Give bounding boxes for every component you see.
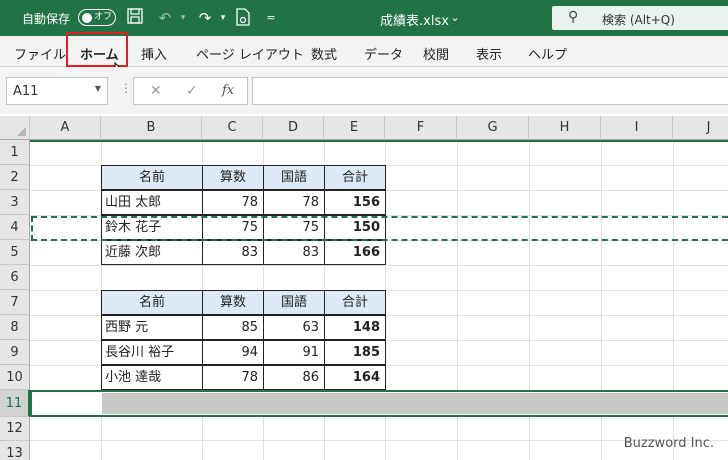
column-header-separator — [30, 140, 728, 142]
row-header[interactable]: 7 — [0, 290, 30, 315]
table-cell[interactable]: 長谷川 裕子 — [101, 340, 203, 365]
table-cell[interactable]: 166 — [324, 240, 386, 265]
table-cell[interactable]: 83 — [202, 240, 264, 265]
quick-print-icon[interactable] — [234, 8, 252, 28]
table1-header-math[interactable]: 算数 — [202, 165, 264, 190]
cancel-icon[interactable]: ✕ — [150, 83, 162, 99]
table-cell[interactable]: 83 — [263, 240, 325, 265]
table-cell[interactable]: 86 — [263, 365, 325, 390]
save-icon[interactable] — [126, 8, 144, 28]
row-header[interactable]: 10 — [0, 365, 30, 390]
table-cell[interactable]: 78 — [263, 190, 325, 215]
selected-row-11[interactable] — [30, 390, 728, 417]
autosave-state: オフ — [94, 12, 113, 22]
table2-header-name[interactable]: 名前 — [101, 290, 203, 315]
column-header[interactable]: F — [385, 116, 457, 140]
redo-dropdown-icon[interactable]: ▾ — [214, 8, 232, 28]
column-header[interactable]: I — [601, 116, 673, 140]
column-header[interactable]: B — [101, 116, 202, 140]
table2-header-japanese[interactable]: 国語 — [263, 290, 325, 315]
row-header[interactable]: 6 — [0, 265, 30, 290]
row-header[interactable]: 5 — [0, 240, 30, 265]
formula-buttons: ✕ ✓ fx — [133, 77, 248, 105]
table-cell[interactable]: 小池 達哉 — [101, 365, 203, 390]
tab-page-layout[interactable]: ページ レイアウト — [196, 44, 304, 63]
row-header[interactable]: 2 — [0, 165, 30, 190]
toggle-knob — [82, 12, 92, 23]
customize-toolbar-icon[interactable]: ≂ — [262, 8, 280, 28]
row-header[interactable]: 4 — [0, 215, 30, 240]
row-header-selected[interactable]: 11 — [0, 390, 30, 417]
title-bar: 自動保存 オフ ↶ ▾ ↷ ▾ ≂ 成績表.xlsx ⌄ ⚲ 検索 (Alt+Q… — [0, 0, 728, 36]
table-cell[interactable]: 西野 元 — [101, 315, 203, 340]
chevron-down-icon[interactable]: ▼ — [95, 84, 101, 93]
search-placeholder: 検索 (Alt+Q) — [602, 13, 675, 27]
more-icon: ⋮ — [120, 81, 132, 95]
selected-row-fill — [102, 393, 728, 414]
table1-header-japanese[interactable]: 国語 — [263, 165, 325, 190]
table1-header-total[interactable]: 合計 — [324, 165, 386, 190]
column-header[interactable]: D — [263, 116, 324, 140]
row-header[interactable]: 1 — [0, 140, 30, 165]
tab-review[interactable]: 校閲 — [423, 44, 449, 63]
redo-icon[interactable]: ↷ — [196, 8, 214, 28]
select-all-button[interactable] — [0, 116, 30, 140]
column-header[interactable]: C — [202, 116, 263, 140]
column-header[interactable]: G — [457, 116, 529, 140]
column-header[interactable]: E — [324, 116, 385, 140]
row-header[interactable]: 13 — [0, 441, 30, 460]
row-header[interactable]: 9 — [0, 340, 30, 365]
formula-input[interactable] — [252, 77, 728, 105]
tab-help[interactable]: ヘルプ — [528, 44, 567, 63]
table-cell[interactable]: 164 — [324, 365, 386, 390]
insert-function-icon[interactable]: fx — [222, 83, 234, 98]
tab-view[interactable]: 表示 — [476, 44, 502, 63]
table-cell[interactable]: 78 — [202, 365, 264, 390]
tab-file[interactable]: ファイル — [14, 44, 66, 63]
formula-bar: A11 ▼ ⋮ ✕ ✓ fx — [0, 67, 728, 114]
table2-header-math[interactable]: 算数 — [202, 290, 264, 315]
column-header[interactable]: H — [529, 116, 601, 140]
row-header[interactable]: 12 — [0, 417, 30, 441]
chevron-down-icon[interactable]: ⌄ — [446, 8, 464, 28]
column-header[interactable]: J — [673, 116, 728, 140]
tab-insert[interactable]: 挿入 — [141, 44, 167, 63]
row-header[interactable]: 8 — [0, 315, 30, 340]
tab-data[interactable]: データ — [364, 44, 403, 63]
table-cell[interactable]: 63 — [263, 315, 325, 340]
undo-dropdown-icon[interactable]: ▾ — [174, 8, 192, 28]
name-box-value: A11 — [13, 84, 39, 99]
table-cell[interactable]: 94 — [202, 340, 264, 365]
autosave-label: 自動保存 — [22, 12, 71, 26]
table-cell[interactable]: 山田 太郎 — [101, 190, 203, 215]
table-cell[interactable]: 近藤 次郎 — [101, 240, 203, 265]
search-icon: ⚲ — [568, 9, 579, 25]
file-title: 成績表.xlsx — [380, 14, 449, 29]
table-cell[interactable]: 85 — [202, 315, 264, 340]
table-cell[interactable]: 185 — [324, 340, 386, 365]
name-box[interactable]: A11 ▼ — [6, 77, 108, 105]
table-cell[interactable]: 156 — [324, 190, 386, 215]
table2-header-total[interactable]: 合計 — [324, 290, 386, 315]
column-header[interactable]: A — [30, 116, 101, 140]
table-cell[interactable]: 148 — [324, 315, 386, 340]
undo-icon[interactable]: ↶ — [156, 8, 174, 28]
enter-icon[interactable]: ✓ — [186, 83, 198, 99]
row-header[interactable]: 3 — [0, 190, 30, 215]
watermark: Buzzword Inc. — [623, 436, 714, 451]
tab-formulas[interactable]: 数式 — [311, 44, 337, 63]
table1-header-name[interactable]: 名前 — [101, 165, 203, 190]
autosave-toggle[interactable]: オフ — [78, 9, 116, 26]
table-cell[interactable]: 91 — [263, 340, 325, 365]
table-cell[interactable]: 78 — [202, 190, 264, 215]
search-box[interactable]: ⚲ 検索 (Alt+Q) — [552, 6, 728, 30]
copy-marquee-row-4 — [31, 216, 728, 241]
